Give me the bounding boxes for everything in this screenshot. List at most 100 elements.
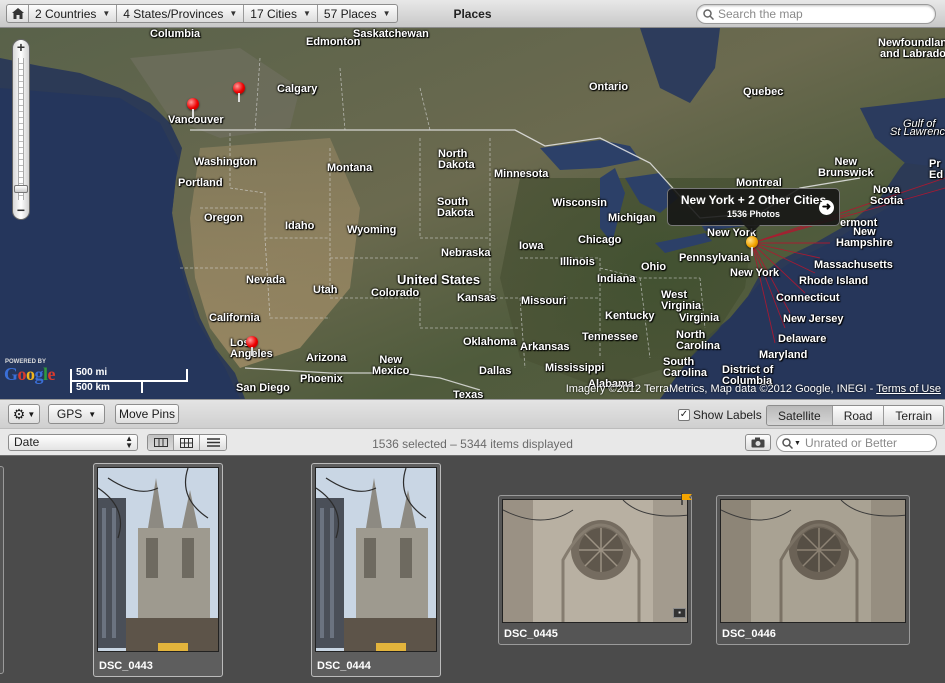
scale-km: 500 km <box>76 382 110 393</box>
photo-cell[interactable]: DSC_0446 <box>716 495 910 645</box>
map-callout[interactable]: New York + 2 Other Cities 1536 Photos ➜ <box>667 188 840 233</box>
terms-link[interactable]: Terms of Use <box>876 383 941 395</box>
map-label: Columbia <box>150 28 201 40</box>
sort-select[interactable]: Date ▲ ▼ <box>8 434 138 451</box>
list-view-icon[interactable] <box>200 435 226 450</box>
house-icon[interactable] <box>7 5 29 22</box>
arrow-right-icon[interactable]: ➜ <box>819 200 834 215</box>
google-logo-letter: e <box>47 364 56 384</box>
google-logo-letter: G <box>4 364 18 384</box>
map-label: Maryland <box>759 349 808 361</box>
map-type-terrain[interactable]: Terrain <box>884 406 944 425</box>
map-label: Delaware <box>778 333 827 345</box>
search-icon <box>703 8 714 20</box>
chevron-down-icon: ▼ <box>382 9 391 18</box>
map-label: Illinois <box>560 256 595 268</box>
callout-title: New York + 2 Other Cities <box>680 193 827 207</box>
map-label: Calgary <box>277 83 318 95</box>
chevron-down-icon: ▼ <box>794 439 801 447</box>
map-label: Oklahoma <box>463 336 517 348</box>
map-label: New Mexico <box>372 354 410 377</box>
zoom-out-button[interactable]: − <box>13 203 29 219</box>
zoom-track[interactable] <box>18 58 24 200</box>
map-pin[interactable] <box>233 82 245 102</box>
map-label: Wisconsin <box>552 197 607 209</box>
map-label: Arizona <box>306 352 347 364</box>
map-label: Tennessee <box>582 331 639 343</box>
crumb-countries[interactable]: 2 Countries ▼ <box>29 5 118 22</box>
map-label: Quebec <box>743 86 784 98</box>
zoom-thumb[interactable] <box>14 185 28 193</box>
map-label: Wyoming <box>347 224 397 236</box>
map-label: Connecticut <box>776 292 840 304</box>
map-label: Iowa <box>519 240 544 252</box>
map-label: New Brunswick <box>818 156 874 179</box>
map-label: Montana <box>327 162 373 174</box>
photo-cell[interactable]: DSC_0443 <box>93 463 223 677</box>
search-input[interactable] <box>718 7 918 21</box>
view-mode-selector <box>147 434 227 451</box>
photo-thumbnail <box>502 499 688 623</box>
crumb-states[interactable]: 4 States/Provinces ▼ <box>117 5 245 22</box>
map-label: Portland <box>178 177 223 189</box>
gear-icon: ⚙ <box>12 405 26 422</box>
map-label: United States <box>397 272 481 287</box>
move-pins-button[interactable]: Move Pins <box>115 404 179 424</box>
google-logo: POWERED BY Google <box>4 359 56 384</box>
rating-input[interactable] <box>804 436 935 450</box>
map-label: St Lawrence <box>890 126 945 138</box>
photo-cell[interactable]: DSC_0444 <box>311 463 441 677</box>
crumb-places[interactable]: 57 Places ▼ <box>318 5 397 22</box>
map-scale: 500 mi 500 km <box>70 367 188 395</box>
show-labels-toggle[interactable]: ✓ Show Labels <box>678 408 762 422</box>
map-label: Washington <box>194 156 257 168</box>
map-label: South Carolina <box>663 356 708 379</box>
show-labels-checkbox[interactable]: ✓ <box>678 409 690 421</box>
map-type-satellite[interactable]: Satellite <box>767 406 833 425</box>
partial-photo-cell[interactable] <box>0 466 4 674</box>
map-label: North Carolina <box>676 329 721 352</box>
map-label: Kentucky <box>605 310 655 322</box>
crumb-cities[interactable]: 17 Cities ▼ <box>244 5 318 22</box>
search-icon <box>782 437 793 449</box>
map-label: Pennsylvania <box>679 252 750 264</box>
gear-button[interactable]: ⚙ ▼ <box>8 404 40 424</box>
map-search[interactable] <box>696 4 936 24</box>
rating-filter[interactable]: ▼ <box>776 434 937 452</box>
map-label: Virginia <box>679 312 720 324</box>
updown-arrows-icon: ▲ ▼ <box>125 434 133 450</box>
map-label: Vancouver <box>168 114 224 126</box>
zoom-slider[interactable]: + − <box>12 39 30 220</box>
filmstrip-view-icon[interactable] <box>148 435 174 450</box>
google-logo-letter: o <box>17 364 27 384</box>
zoom-in-button[interactable]: + <box>13 40 29 56</box>
map-view[interactable]: Columbia Edmonton Saskatchewan Newfoundl… <box>0 28 945 399</box>
camera-icon[interactable] <box>745 434 771 451</box>
filter-bar: Date ▲ ▼ 1536 selected – 5344 items displ… <box>0 428 945 456</box>
google-logo-letter: o <box>26 364 35 384</box>
map-label: Nova Scotia <box>870 184 904 207</box>
chevron-down-icon: ▼ <box>88 409 97 419</box>
grid-view-icon[interactable] <box>174 435 200 450</box>
map-pin-selected[interactable] <box>746 236 758 256</box>
map-label: Phoenix <box>300 373 343 385</box>
top-toolbar: 2 Countries ▼ 4 States/Provinces ▼ 17 Citi… <box>0 0 945 28</box>
map-type-road[interactable]: Road <box>832 406 885 425</box>
photo-thumbnail <box>720 499 906 623</box>
gps-button[interactable]: GPS ▼ <box>48 404 105 424</box>
chevron-down-icon: ▼ <box>302 9 311 18</box>
location-breadcrumb: 2 Countries ▼ 4 States/Provinces ▼ 17 Citi… <box>6 4 398 23</box>
map-pin[interactable] <box>187 98 199 118</box>
map-label: Massachusetts <box>814 259 893 271</box>
photo-thumbnail <box>97 467 219 652</box>
map-pin[interactable] <box>246 336 258 356</box>
photo-cell[interactable]: ▪ DSC_0445 <box>498 493 692 645</box>
map-label: South Dakota <box>437 196 474 219</box>
map-label: New Hampshire <box>836 226 893 249</box>
map-label: California <box>209 312 260 324</box>
photo-name: DSC_0443 <box>99 660 153 672</box>
map-label: Nevada <box>246 274 286 286</box>
callout-subtitle: 1536 Photos <box>726 209 781 219</box>
photo-name: DSC_0444 <box>317 660 371 672</box>
map-label: Ontario <box>589 81 629 93</box>
